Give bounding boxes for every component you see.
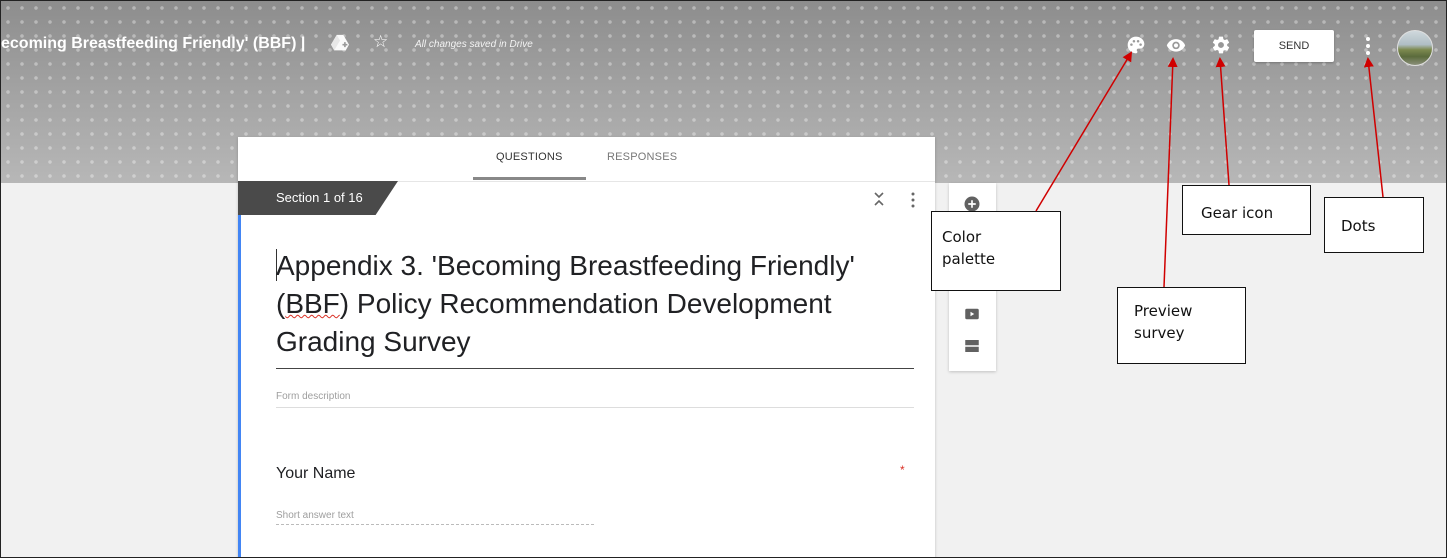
account-avatar[interactable]	[1397, 30, 1433, 66]
tab-questions[interactable]: QUESTIONS	[496, 151, 563, 163]
short-answer-placeholder: Short answer text	[276, 510, 354, 521]
section-label-tag: Section 1 of 16	[238, 181, 398, 215]
preview-eye-icon[interactable]	[1166, 35, 1186, 55]
star-icon[interactable]: ☆	[373, 32, 388, 52]
active-section-accent-bar	[238, 215, 241, 557]
tab-responses[interactable]: RESPONSES	[607, 151, 677, 163]
callout-dots: Dots	[1324, 197, 1424, 253]
section-label: Section 1 of 16	[276, 190, 363, 205]
description-underline	[276, 407, 914, 408]
document-title[interactable]: ecoming Breastfeeding Friendly' (BBF) |	[1, 35, 305, 53]
move-to-drive-folder-icon[interactable]	[330, 34, 350, 52]
title-underline	[276, 368, 914, 369]
section-more-options-icon[interactable]	[910, 191, 916, 209]
add-video-icon[interactable]	[963, 305, 981, 323]
screenshot-frame: ecoming Breastfeeding Friendly' (BBF) | …	[0, 0, 1447, 558]
active-tab-indicator	[473, 177, 586, 180]
save-status-text: All changes saved in Drive	[415, 39, 533, 50]
callout-color-palette: Color palette	[931, 211, 1061, 291]
callout-gear-icon: Gear icon	[1182, 185, 1311, 235]
more-options-dots-icon[interactable]	[1361, 34, 1375, 58]
collapse-section-icon[interactable]	[872, 191, 886, 207]
form-title-line-3: Grading Survey	[276, 326, 471, 357]
form-title-line-1: Appendix 3. 'Becoming Breastfeeding Frie…	[276, 250, 855, 281]
required-marker: *	[900, 463, 905, 477]
color-palette-icon[interactable]	[1126, 35, 1146, 55]
short-answer-line	[276, 524, 594, 525]
form-tabs: QUESTIONS RESPONSES	[238, 137, 935, 182]
form-title-line-2: (BBF) Policy Recommendation Development	[276, 288, 832, 319]
form-description-field[interactable]: Form description	[276, 391, 350, 402]
add-section-icon[interactable]	[963, 337, 981, 355]
form-title[interactable]: Appendix 3. 'Becoming Breastfeeding Frie…	[276, 247, 916, 361]
send-button[interactable]: SEND	[1254, 30, 1334, 62]
form-card: QUESTIONS RESPONSES Section 1 of 16 Appe…	[238, 137, 935, 557]
settings-gear-icon[interactable]	[1211, 35, 1231, 55]
top-bar: ecoming Breastfeeding Friendly' (BBF) | …	[1, 1, 1446, 85]
question-title[interactable]: Your Name	[276, 465, 355, 483]
spellcheck-underlined-word: BBF	[285, 288, 340, 319]
callout-preview-survey: Preview survey	[1117, 287, 1246, 364]
